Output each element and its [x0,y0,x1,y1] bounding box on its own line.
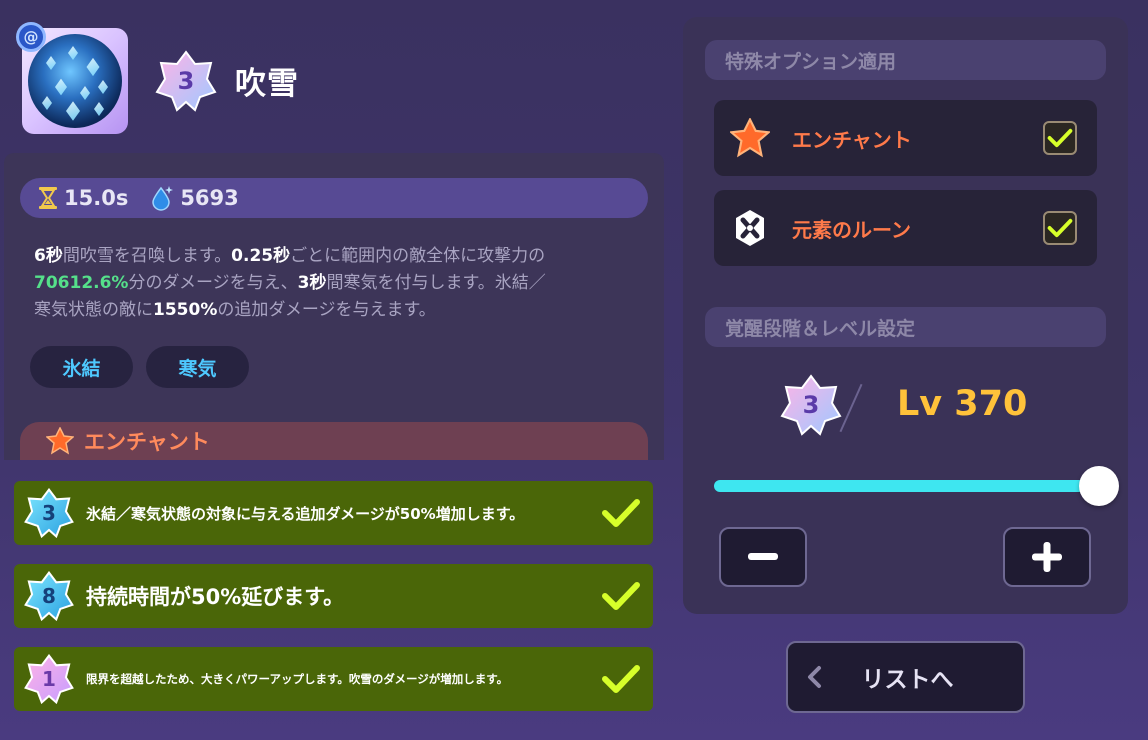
level-text: Lv 370 [897,384,1028,424]
awakening-level-header: 覚醒段階＆レベル設定 [705,307,1106,347]
hourglass-icon [39,187,57,209]
enchant-grade-badge: 1 [24,654,74,704]
cost-stat: 5693 [150,185,239,211]
level-slider-knob[interactable] [1079,466,1119,506]
level-plus-button[interactable] [1003,527,1091,587]
tag-freeze: 氷結 [30,346,133,388]
desc-fragment: ごとに範囲内の敵全体に攻撃力の [290,246,546,266]
checkmark-icon [1047,128,1073,148]
enchant-star-icon [46,427,74,455]
checkmark-icon [602,582,640,610]
special-options-header: 特殊オプション適用 [705,40,1106,80]
tag-chill: 寒気 [146,346,249,388]
enchant-effect-text: 限界を超越したため、大きくパワーアップします。吹雪のダメージが増加します。 [86,672,509,686]
enchant-grade-number: 3 [42,501,56,525]
option-element-rune-label: 元素のルーン [792,217,911,242]
enchant-grade-number: 8 [42,584,56,608]
skill-name: 吹雪 [235,66,299,102]
blizzard-skill-icon [28,34,122,128]
enchant-star-icon [730,118,770,158]
desc-value: 3秒 [297,273,327,293]
option-element-rune[interactable]: 元素のルーン [714,190,1097,266]
desc-damage-value: 70612.6% [34,273,129,293]
checkmark-icon [602,665,640,693]
desc-fragment: 寒気状態の敵に [34,300,153,320]
desc-fragment: の追加ダメージを与えます。 [217,300,436,320]
option-enchant[interactable]: エンチャント [714,100,1097,176]
water-element-icon: @ [16,22,46,52]
back-to-list-label: リストへ [861,667,954,693]
enchant-effect-row: 1 限界を超越したため、大きくパワーアップします。吹雪のダメージが増加します。 [14,647,653,711]
enchant-effect-text: 氷結／寒気状態の対象に与える追加ダメージが50%増加します。 [86,504,525,523]
checkmark-icon [1047,218,1073,238]
enchant-section-header: エンチャント [20,422,648,460]
desc-fragment: 間吹雪を召喚します。 [62,246,232,266]
enchant-effect-text: 持続時間が50%延びます。 [86,585,345,609]
option-element-rune-checkbox[interactable] [1043,211,1077,245]
mana-drop-icon [152,186,174,211]
enchant-effect-row: 3 氷結／寒気状態の対象に与える追加ダメージが50%増加します。 [14,481,653,545]
desc-value: 6秒 [34,246,63,266]
skill-grade-badge: 3 [155,50,217,112]
enchant-grade-badge: 3 [24,488,74,538]
enchant-effect-row: 8 持続時間が50%延びます。 [14,564,653,628]
enchant-grade-badge: 8 [24,571,74,621]
cooldown-value: 15.0s [64,186,129,210]
minus-icon [748,553,778,560]
cooldown-stat: 15.0s [38,186,128,210]
level-minus-button[interactable] [719,527,807,587]
desc-value: 0.25秒 [231,246,291,266]
level-slider-track[interactable] [714,480,1099,492]
desc-fragment: 間寒気を付与します。氷結／ [326,273,546,293]
awakening-grade-number: 3 [802,391,820,419]
element-rune-icon [736,210,764,246]
plus-icon [1032,542,1062,572]
awakening-grade-badge[interactable]: 3 [780,374,842,436]
skill-stat-bar: 15.0s 5693 [20,178,648,218]
back-to-list-button[interactable]: リストへ [786,641,1025,713]
enchant-section-title: エンチャント [84,430,210,454]
desc-value: 1550% [153,300,218,320]
skill-description-text: 6秒間吹雪を召喚します。0.25秒ごとに範囲内の敵全体に攻撃力の 70612.6… [34,243,646,324]
enchant-grade-number: 1 [42,667,56,691]
checkmark-icon [602,499,640,527]
cost-value: 5693 [180,186,239,210]
option-enchant-label: エンチャント [792,127,912,152]
option-enchant-checkbox[interactable] [1043,121,1077,155]
skill-grade-number: 3 [177,67,195,95]
desc-fragment: 分のダメージを与え、 [128,273,298,293]
chevron-left-icon [808,666,821,688]
